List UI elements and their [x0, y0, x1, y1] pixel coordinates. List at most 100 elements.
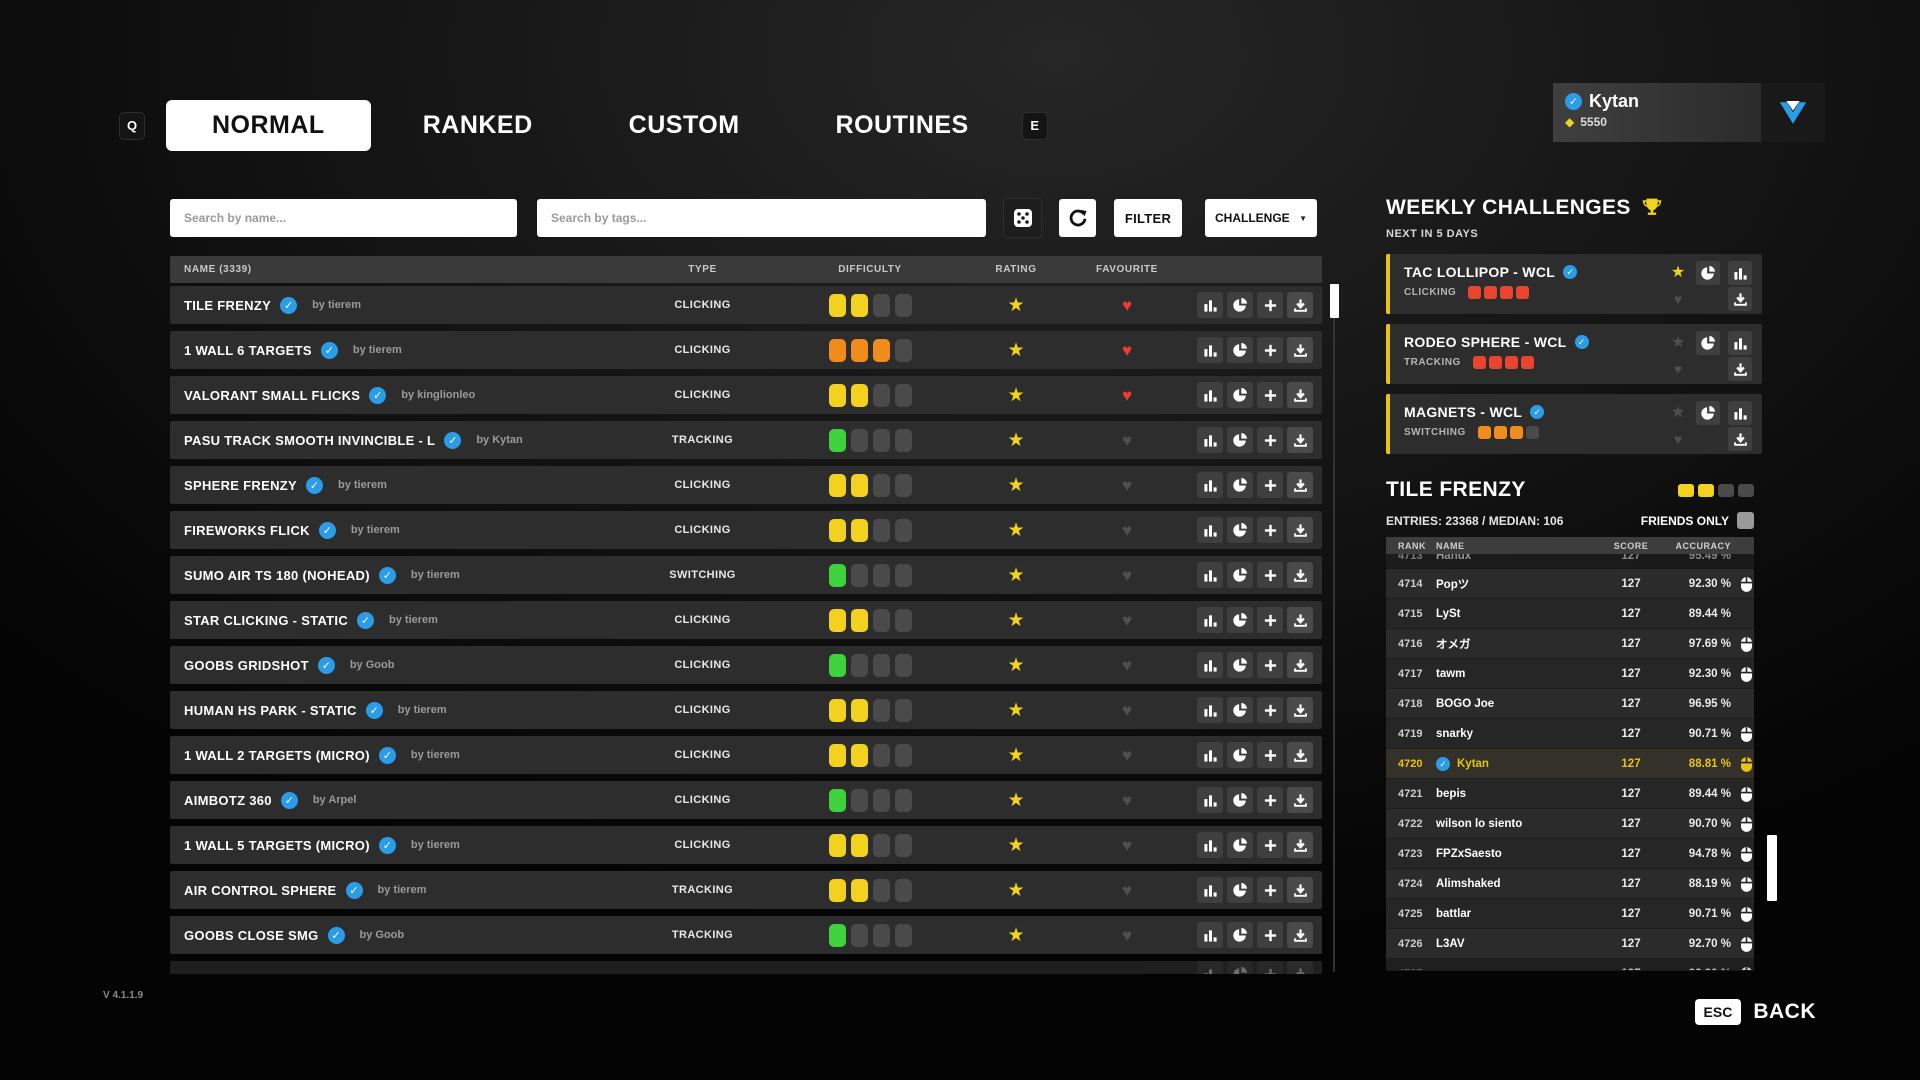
- add-to-playlist-button[interactable]: [1257, 607, 1283, 633]
- favourite-heart-icon[interactable]: ♥: [1072, 522, 1182, 539]
- stats-button[interactable]: [1197, 961, 1223, 974]
- download-button[interactable]: [1287, 382, 1313, 408]
- stats-button[interactable]: [1197, 742, 1223, 768]
- stats-button[interactable]: [1197, 382, 1223, 408]
- scenario-row[interactable]: 1 WALL 6 TARGETS✓by tieremCLICKING★♥: [170, 331, 1322, 369]
- add-to-playlist-button[interactable]: [1257, 787, 1283, 813]
- challenge-dropdown[interactable]: CHALLENGE ▼: [1205, 199, 1317, 237]
- favourite-heart-icon[interactable]: ♥: [1072, 702, 1182, 719]
- favourite-heart-icon[interactable]: ♥: [1072, 657, 1182, 674]
- stats-button[interactable]: [1197, 922, 1223, 948]
- analytics-button[interactable]: [1227, 337, 1253, 363]
- download-button[interactable]: [1287, 961, 1313, 974]
- scenario-row[interactable]: 1 WALL 2 TARGETS (MICRO)✓by tieremCLICKI…: [170, 736, 1322, 774]
- rating-star-icon[interactable]: ★: [960, 746, 1072, 765]
- download-button[interactable]: [1287, 292, 1313, 318]
- rating-star-icon[interactable]: ★: [960, 926, 1072, 945]
- analytics-button[interactable]: [1227, 517, 1253, 543]
- challenge-heart-icon[interactable]: ♥: [1674, 292, 1682, 306]
- leaderboard-row[interactable]: 4726L3AV12792.70 %: [1386, 929, 1754, 959]
- rating-star-icon[interactable]: ★: [960, 791, 1072, 810]
- leaderboard-scrollbar-thumb[interactable]: [1767, 835, 1777, 901]
- analytics-button[interactable]: [1227, 382, 1253, 408]
- analytics-button[interactable]: [1227, 562, 1253, 588]
- analytics-button[interactable]: [1227, 832, 1253, 858]
- scenario-row[interactable]: VALORANT SMALL FLICKS✓by kinglionleoCLIC…: [170, 376, 1322, 414]
- search-by-name-input[interactable]: [170, 199, 517, 237]
- add-to-playlist-button[interactable]: [1257, 742, 1283, 768]
- add-to-playlist-button[interactable]: [1257, 427, 1283, 453]
- rating-star-icon[interactable]: ★: [960, 296, 1072, 315]
- scenario-row[interactable]: PASU TRACK SMOOTH INVINCIBLE - L✓by Kyta…: [170, 421, 1322, 459]
- challenge-heart-icon[interactable]: ♥: [1674, 432, 1682, 446]
- rating-star-icon[interactable]: ★: [960, 701, 1072, 720]
- favourite-heart-icon[interactable]: ♥: [1072, 612, 1182, 629]
- stats-button[interactable]: [1197, 877, 1223, 903]
- analytics-button[interactable]: [1227, 697, 1253, 723]
- scenario-row[interactable]: STAR CLICKING - STATIC✓by tieremCLICKING…: [170, 601, 1322, 639]
- scenario-table-scrollbar[interactable]: [1330, 284, 1339, 972]
- weekly-challenge-card[interactable]: MAGNETS - WCL✓SWITCHING★♥: [1386, 394, 1762, 454]
- leaderboard-row[interactable]: 4713Hanux12795.49 %: [1386, 554, 1754, 569]
- scenario-row[interactable]: 1 WALL 5 TARGETS (MICRO)✓by tieremCLICKI…: [170, 826, 1322, 864]
- challenge-analytics-button[interactable]: [1696, 401, 1720, 425]
- add-to-playlist-button[interactable]: [1257, 382, 1283, 408]
- download-button[interactable]: [1287, 562, 1313, 588]
- add-to-playlist-button[interactable]: [1257, 877, 1283, 903]
- favourite-heart-icon[interactable]: ♥: [1072, 477, 1182, 494]
- rating-star-icon[interactable]: ★: [960, 836, 1072, 855]
- challenge-download-button[interactable]: [1728, 287, 1752, 311]
- analytics-button[interactable]: [1227, 472, 1253, 498]
- scrollbar-thumb[interactable]: [1330, 284, 1339, 318]
- rating-star-icon[interactable]: ★: [960, 431, 1072, 450]
- stats-button[interactable]: [1197, 652, 1223, 678]
- weekly-challenge-card[interactable]: RODEO SPHERE - WCL✓TRACKING★♥: [1386, 324, 1762, 384]
- add-to-playlist-button[interactable]: [1257, 961, 1283, 974]
- refresh-button[interactable]: [1059, 199, 1096, 237]
- challenge-stats-button[interactable]: [1728, 331, 1752, 355]
- stats-button[interactable]: [1197, 787, 1223, 813]
- analytics-button[interactable]: [1227, 652, 1253, 678]
- leaderboard-row[interactable]: 4719snarky12790.71 %: [1386, 719, 1754, 749]
- leaderboard-row[interactable]: 4714Popツ12792.30 %: [1386, 569, 1754, 599]
- scenario-row[interactable]: AIMBOTZ 360✓by ArpelCLICKING★♥: [170, 781, 1322, 819]
- scenario-row[interactable]: SPHERE FRENZY✓by tieremCLICKING★♥: [170, 466, 1322, 504]
- challenge-star-icon[interactable]: ★: [1671, 265, 1685, 281]
- leaderboard-row[interactable]: 472712792.30 %: [1386, 959, 1754, 971]
- stats-button[interactable]: [1197, 562, 1223, 588]
- challenge-stats-button[interactable]: [1728, 261, 1752, 285]
- rating-star-icon[interactable]: ★: [960, 521, 1072, 540]
- favourite-heart-icon[interactable]: ♥: [1072, 297, 1182, 314]
- scenario-row[interactable]: HUMAN HS PARK - STATIC✓by tieremCLICKING…: [170, 691, 1322, 729]
- analytics-button[interactable]: [1227, 877, 1253, 903]
- favourite-heart-icon[interactable]: ♥: [1072, 342, 1182, 359]
- add-to-playlist-button[interactable]: [1257, 832, 1283, 858]
- stats-button[interactable]: [1197, 517, 1223, 543]
- scenario-row[interactable]: FIREWORKS FLICK✓by tieremCLICKING★♥: [170, 511, 1322, 549]
- weekly-challenge-card[interactable]: TAC LOLLIPOP - WCL✓CLICKING★♥: [1386, 254, 1762, 314]
- leaderboard-row[interactable]: 4720✓Kytan12788.81 %: [1386, 749, 1754, 779]
- leaderboard-row[interactable]: 4721bepis12789.44 %: [1386, 779, 1754, 809]
- challenge-heart-icon[interactable]: ♥: [1674, 362, 1682, 376]
- leaderboard-row[interactable]: 4723FPZxSaesto12794.78 %: [1386, 839, 1754, 869]
- scenario-row[interactable]: SUMO AIR TS 180 (NOHEAD)✓by tieremSWITCH…: [170, 556, 1322, 594]
- scenario-row[interactable]: GOOBS GRIDSHOT✓by GoobCLICKING★♥: [170, 646, 1322, 684]
- download-button[interactable]: [1287, 877, 1313, 903]
- leaderboard-row[interactable]: 4718BOGO Joe12796.95 %: [1386, 689, 1754, 719]
- rating-star-icon[interactable]: ★: [960, 656, 1072, 675]
- download-button[interactable]: [1287, 472, 1313, 498]
- stats-button[interactable]: [1197, 832, 1223, 858]
- favourite-heart-icon[interactable]: ♥: [1072, 837, 1182, 854]
- add-to-playlist-button[interactable]: [1257, 697, 1283, 723]
- favourite-heart-icon[interactable]: ♥: [1072, 432, 1182, 449]
- favourite-heart-icon[interactable]: ♥: [1072, 882, 1182, 899]
- friends-only-checkbox[interactable]: [1737, 512, 1754, 529]
- stats-button[interactable]: [1197, 607, 1223, 633]
- download-button[interactable]: [1287, 652, 1313, 678]
- favourite-heart-icon[interactable]: ♥: [1072, 927, 1182, 944]
- leaderboard-row[interactable]: 4725battlar12790.71 %: [1386, 899, 1754, 929]
- add-to-playlist-button[interactable]: [1257, 472, 1283, 498]
- favourite-heart-icon[interactable]: ♥: [1072, 747, 1182, 764]
- analytics-button[interactable]: [1227, 787, 1253, 813]
- user-profile-card[interactable]: ✓ Kytan ◆ 5550: [1553, 83, 1825, 142]
